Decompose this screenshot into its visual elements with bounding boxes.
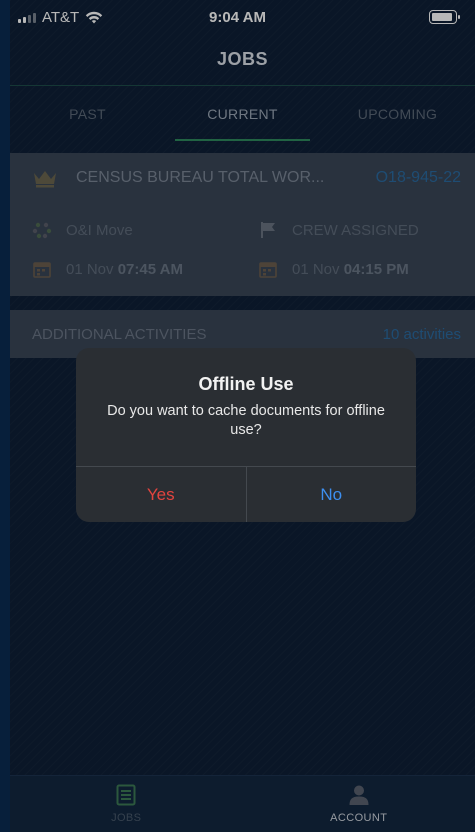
page-title: JOBS — [10, 34, 475, 86]
nav-account[interactable]: ACCOUNT — [243, 776, 475, 832]
move-type: O&I Move — [66, 221, 133, 239]
end-date: 01 Nov — [292, 260, 340, 278]
nav-account-label: ACCOUNT — [330, 812, 388, 824]
move-type-field: O&I Move — [32, 221, 133, 239]
bottom-nav: JOBS ACCOUNT — [10, 775, 475, 832]
end-time: 04:15 PM — [343, 260, 409, 278]
start-time-field: 01 Nov 07:45 AM — [32, 260, 183, 278]
jobs-list-icon — [116, 784, 136, 806]
dialog-actions: Yes No — [76, 466, 416, 522]
activities-label: ADDITIONAL ACTIVITIES — [32, 325, 207, 343]
move-icon — [32, 222, 52, 239]
account-icon — [349, 785, 369, 805]
job-tabs: PAST CURRENT UPCOMING — [10, 87, 475, 141]
battery-icon — [429, 10, 460, 24]
carrier-name: AT&T — [42, 8, 80, 26]
crown-icon — [34, 171, 56, 188]
start-date: 01 Nov — [66, 260, 114, 278]
dialog-message: Do you want to cache documents for offli… — [107, 403, 385, 438]
tab-past[interactable]: PAST — [10, 87, 165, 141]
calendar-icon — [33, 262, 51, 278]
start-datetime: 01 Nov 07:45 AM — [66, 261, 183, 278]
yes-button[interactable]: Yes — [76, 467, 247, 522]
signal-icon — [18, 12, 36, 23]
nav-jobs[interactable]: JOBS — [10, 776, 243, 832]
activities-count: 10 activities — [382, 325, 461, 343]
status-field: CREW ASSIGNED — [258, 221, 419, 239]
no-button[interactable]: No — [247, 467, 417, 522]
end-time-field: 01 Nov 04:15 PM — [258, 260, 409, 278]
dialog-title: Offline Use — [198, 374, 294, 394]
tab-current[interactable]: CURRENT — [165, 87, 320, 141]
nav-jobs-label: JOBS — [111, 812, 142, 824]
calendar-icon — [259, 262, 277, 278]
job-card[interactable]: CENSUS BUREAU TOTAL WOR... O18-945-22 O&… — [10, 153, 475, 296]
wifi-icon — [86, 11, 103, 23]
job-code: O18-945-22 — [375, 169, 461, 186]
start-time: 07:45 AM — [117, 260, 184, 278]
job-title: CENSUS BUREAU TOTAL WOR... — [76, 169, 325, 186]
job-status: CREW ASSIGNED — [292, 221, 419, 239]
end-datetime: 01 Nov 04:15 PM — [292, 261, 409, 278]
tab-upcoming[interactable]: UPCOMING — [320, 87, 475, 141]
status-left: AT&T — [18, 9, 103, 26]
flag-icon — [261, 222, 275, 238]
status-bar: AT&T 9:04 AM — [0, 0, 475, 34]
offline-use-dialog: Offline Use Do you want to cache documen… — [76, 348, 416, 522]
